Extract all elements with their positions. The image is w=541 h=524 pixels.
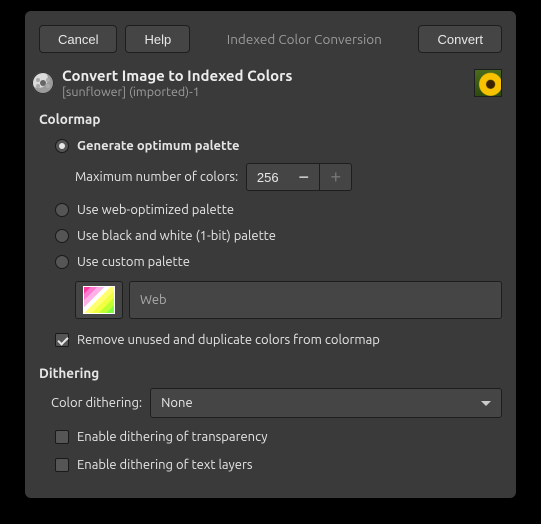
palette-swatch-icon — [83, 286, 115, 314]
radio-generate-optimum[interactable] — [55, 139, 69, 153]
radio-web-palette[interactable] — [55, 203, 69, 217]
image-preview-thumbnail — [474, 69, 502, 97]
convert-button[interactable]: Convert — [418, 25, 502, 53]
radio-custom-palette[interactable] — [55, 255, 69, 269]
max-colors-increment[interactable]: + — [320, 163, 352, 191]
indexed-color-dialog: Cancel Help Indexed Color Conversion Con… — [25, 11, 516, 498]
max-colors-decrement[interactable]: − — [288, 163, 320, 191]
checkbox-dither-text-layers-label: Enable dithering of text layers — [77, 458, 253, 472]
colormap-group: Generate optimum palette Maximum number … — [25, 133, 516, 359]
header-title: Convert Image to Indexed Colors — [62, 67, 466, 84]
color-dithering-value: None — [161, 396, 193, 410]
dithering-section-title: Dithering — [25, 359, 516, 387]
help-button[interactable]: Help — [125, 25, 190, 53]
dialog-toolbar: Cancel Help Indexed Color Conversion Con… — [25, 11, 516, 59]
checkbox-remove-duplicates[interactable] — [55, 333, 69, 347]
checkbox-dither-transparency[interactable] — [55, 430, 69, 444]
dithering-group: Color dithering: None Enable dithering o… — [25, 387, 516, 479]
max-colors-label: Maximum number of colors: — [75, 170, 238, 184]
custom-palette-picker[interactable] — [75, 281, 123, 319]
custom-palette-name[interactable]: Web — [129, 281, 502, 319]
radio-custom-palette-label: Use custom palette — [77, 255, 190, 269]
radio-bw-palette[interactable] — [55, 229, 69, 243]
radio-generate-optimum-label: Generate optimum palette — [77, 139, 240, 153]
checkbox-dither-text-layers[interactable] — [55, 458, 69, 472]
dialog-title: Indexed Color Conversion — [198, 31, 410, 47]
mode-icon — [32, 72, 54, 94]
color-dithering-select[interactable]: None — [150, 388, 502, 418]
radio-web-palette-label: Use web-optimized palette — [77, 203, 234, 217]
checkbox-remove-duplicates-label: Remove unused and duplicate colors from … — [77, 333, 380, 347]
max-colors-input[interactable] — [246, 163, 288, 191]
header-subtitle: [sunflower] (imported)-1 — [62, 85, 466, 99]
checkbox-dither-transparency-label: Enable dithering of transparency — [77, 430, 268, 444]
colormap-section-title: Colormap — [25, 105, 516, 133]
radio-bw-palette-label: Use black and white (1-bit) palette — [77, 229, 276, 243]
color-dithering-label: Color dithering: — [51, 396, 142, 410]
chevron-down-icon — [481, 401, 491, 406]
dialog-header: Convert Image to Indexed Colors [sunflow… — [25, 59, 516, 105]
cancel-button[interactable]: Cancel — [39, 25, 117, 53]
